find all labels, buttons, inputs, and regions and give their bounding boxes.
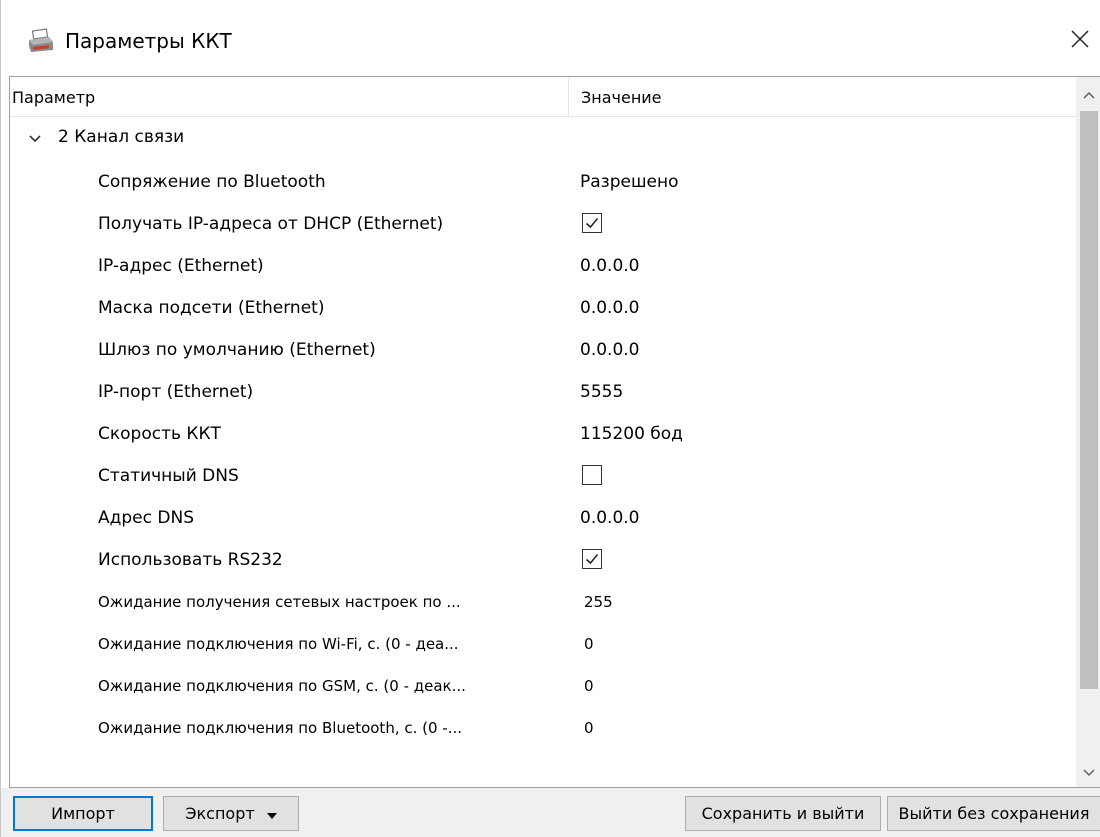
property-name: Ожидание подключения по Wi-Fi, с. (0 - д…	[98, 635, 459, 653]
group-row-channel[interactable]: 2 Канал связи	[10, 117, 1076, 161]
checkbox-checked[interactable]	[582, 213, 602, 233]
property-name: Получать IP-адреса от DHCP (Ethernet)	[98, 214, 444, 234]
property-row[interactable]: Адрес DNS 0.0.0.0	[10, 497, 1076, 539]
property-name: Ожидание получения сетевых настроек по .…	[98, 593, 461, 611]
property-name: Статичный DNS	[98, 466, 239, 486]
property-name: IP-адрес (Ethernet)	[98, 256, 264, 276]
grid-header: Параметр Значение	[10, 77, 1076, 117]
property-value[interactable]: 0.0.0.0	[580, 245, 639, 287]
property-value[interactable]: 255	[584, 581, 613, 623]
column-header-value[interactable]: Значение	[568, 77, 1076, 117]
property-value[interactable]: 5555	[580, 371, 623, 413]
property-value[interactable]: 0	[584, 665, 594, 707]
property-name: Адрес DNS	[98, 508, 194, 528]
save-and-exit-button[interactable]: Сохранить и выйти	[685, 796, 881, 831]
property-row[interactable]: Ожидание подключения по GSM, с. (0 - деа…	[10, 665, 1076, 707]
property-row[interactable]: Скорость ККТ 115200 бод	[10, 413, 1076, 455]
parameters-dialog: Параметры ККТ Параметр Значение 2 Канал …	[0, 0, 1100, 837]
vertical-scrollbar[interactable]	[1076, 77, 1100, 787]
checkbox-unchecked[interactable]	[582, 465, 602, 485]
chevron-up-icon	[1083, 84, 1095, 103]
property-value[interactable]: 0	[584, 707, 594, 749]
property-row[interactable]: IP-адрес (Ethernet) 0.0.0.0	[10, 245, 1076, 287]
close-icon	[1071, 30, 1089, 52]
window-title: Параметры ККТ	[65, 29, 232, 53]
property-row[interactable]: Ожидание получения сетевых настроек по .…	[10, 581, 1076, 623]
printer-icon	[27, 28, 55, 54]
property-row[interactable]: IP-порт (Ethernet) 5555	[10, 371, 1076, 413]
property-row[interactable]: Сопряжение по Bluetooth Разрешено	[10, 161, 1076, 203]
exit-without-saving-button[interactable]: Выйти без сохранения	[887, 796, 1100, 831]
property-name: Ожидание подключения по GSM, с. (0 - деа…	[98, 677, 466, 695]
caret-down-icon	[266, 804, 277, 823]
grid-rows: 2 Канал связи Сопряжение по Bluetooth Раз…	[10, 117, 1076, 749]
property-name: Шлюз по умолчанию (Ethernet)	[98, 340, 376, 360]
chevron-down-icon	[1083, 762, 1095, 781]
scroll-down-button[interactable]	[1076, 755, 1100, 787]
import-button[interactable]: Импорт	[13, 796, 153, 831]
checkbox-checked[interactable]	[582, 549, 602, 569]
chevron-down-icon[interactable]	[28, 131, 42, 145]
property-name: IP-порт (Ethernet)	[98, 382, 254, 402]
export-button-label: Экспорт	[185, 804, 255, 823]
export-button[interactable]: Экспорт	[163, 796, 299, 831]
property-row[interactable]: Статичный DNS	[10, 455, 1076, 497]
property-value[interactable]: 0	[584, 623, 594, 665]
property-row[interactable]: Получать IP-адреса от DHCP (Ethernet)	[10, 203, 1076, 245]
property-name: Скорость ККТ	[98, 424, 221, 444]
column-header-param[interactable]: Параметр	[12, 77, 568, 117]
title-bar: Параметры ККТ	[1, 0, 1100, 76]
property-value[interactable]: 115200 бод	[580, 413, 683, 455]
property-row[interactable]: Использовать RS232	[10, 539, 1076, 581]
property-value[interactable]: Разрешено	[580, 161, 679, 203]
property-name: Сопряжение по Bluetooth	[98, 172, 326, 192]
property-value[interactable]: 0.0.0.0	[580, 497, 639, 539]
close-button[interactable]	[1059, 20, 1100, 62]
property-value[interactable]: 0.0.0.0	[580, 287, 639, 329]
property-value[interactable]: 0.0.0.0	[580, 329, 639, 371]
property-name: Ожидание подключения по Bluetooth, с. (0…	[98, 719, 463, 737]
property-row[interactable]: Шлюз по умолчанию (Ethernet) 0.0.0.0	[10, 329, 1076, 371]
property-name: Использовать RS232	[98, 550, 283, 570]
property-name: Маска подсети (Ethernet)	[98, 298, 325, 318]
button-bar: Импорт Экспорт Сохранить и выйти Выйти б…	[1, 788, 1100, 837]
property-row[interactable]: Ожидание подключения по Wi-Fi, с. (0 - д…	[10, 623, 1076, 665]
property-row[interactable]: Маска подсети (Ethernet) 0.0.0.0	[10, 287, 1076, 329]
group-label: 2 Канал связи	[58, 127, 185, 147]
scrollbar-thumb[interactable]	[1080, 111, 1098, 689]
scroll-up-button[interactable]	[1076, 77, 1100, 109]
property-row[interactable]: Ожидание подключения по Bluetooth, с. (0…	[10, 707, 1076, 749]
property-grid: Параметр Значение 2 Канал связи Сопряжен…	[9, 76, 1100, 788]
